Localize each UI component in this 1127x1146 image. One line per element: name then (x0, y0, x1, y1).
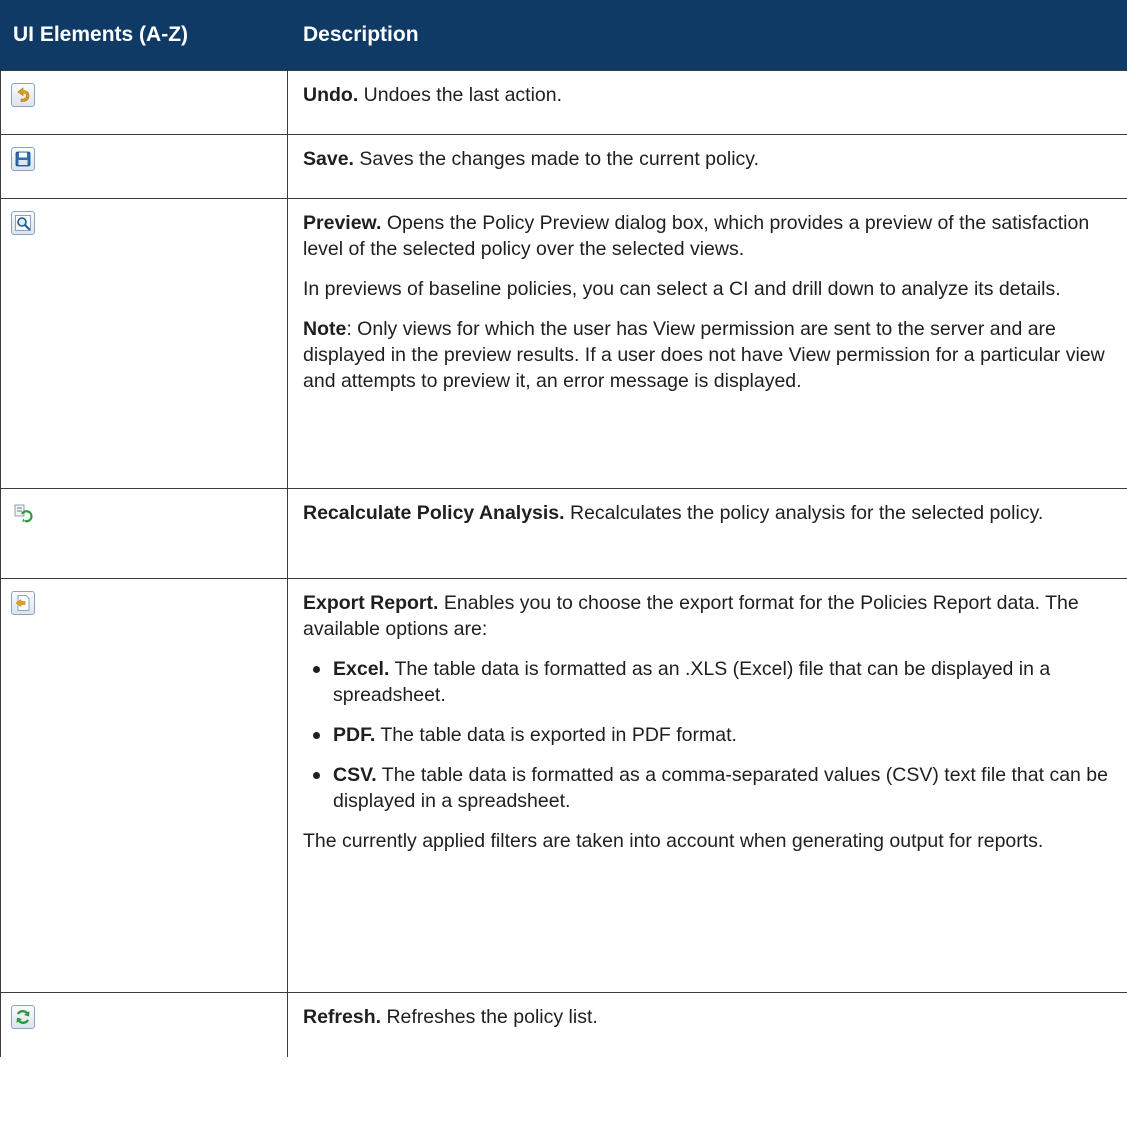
row-text: Opens the Policy Preview dialog box, whi… (303, 212, 1090, 260)
option-text: The table data is formatted as a comma-s… (333, 764, 1108, 812)
row-title: Preview. (303, 212, 382, 234)
description-cell: Recalculate Policy Analysis. Recalculate… (287, 488, 1127, 579)
option-label: CSV. (333, 764, 377, 786)
row-text: Undoes the last action. (358, 84, 563, 106)
ui-elements-table: UI Elements (A-Z) Description Undo. Undo… (0, 0, 1127, 1057)
description-cell: Preview. Opens the Policy Preview dialog… (287, 198, 1127, 489)
icon-cell (0, 134, 288, 199)
description-cell: Save. Saves the changes made to the curr… (287, 134, 1127, 199)
note-text: : Only views for which the user has View… (303, 318, 1105, 392)
table-header-row: UI Elements (A-Z) Description (0, 0, 1127, 71)
icon-cell (0, 488, 288, 579)
header-ui-elements: UI Elements (A-Z) (0, 0, 288, 71)
description-cell: Undo. Undoes the last action. (287, 70, 1127, 135)
table-row-undo: Undo. Undoes the last action. (0, 70, 1127, 135)
preview-icon[interactable] (11, 211, 35, 235)
row-text: Recalculates the policy analysis for the… (564, 502, 1044, 524)
recalculate-icon[interactable] (11, 501, 35, 525)
option-label: PDF. (333, 724, 376, 746)
row-footer: The currently applied filters are taken … (303, 830, 1044, 852)
description-cell: Refresh. Refreshes the policy list. (287, 992, 1127, 1057)
option-text: The table data is formatted as an .XLS (… (333, 658, 1051, 706)
row-paragraph: In previews of baseline policies, you ca… (303, 278, 1061, 300)
row-text: Refreshes the policy list. (381, 1006, 598, 1028)
list-item: PDF. The table data is exported in PDF f… (303, 722, 1113, 748)
table-row-recalculate: Recalculate Policy Analysis. Recalculate… (0, 488, 1127, 579)
export-report-icon[interactable] (11, 591, 35, 615)
row-title: Refresh. (303, 1006, 382, 1028)
export-options-list: Excel. The table data is formatted as an… (303, 656, 1113, 814)
row-title: Export Report. (303, 592, 439, 614)
icon-cell (0, 198, 288, 489)
icon-cell (0, 992, 288, 1057)
row-title: Save. (303, 148, 354, 170)
header-description: Description (287, 0, 1127, 71)
option-text: The table data is exported in PDF format… (375, 724, 737, 746)
row-text: Saves the changes made to the current po… (353, 148, 760, 170)
undo-icon[interactable] (11, 83, 35, 107)
description-cell: Export Report. Enables you to choose the… (287, 578, 1127, 993)
refresh-icon[interactable] (11, 1005, 35, 1029)
table-row-save: Save. Saves the changes made to the curr… (0, 134, 1127, 199)
table-row-preview: Preview. Opens the Policy Preview dialog… (0, 198, 1127, 489)
list-item: Excel. The table data is formatted as an… (303, 656, 1113, 708)
option-label: Excel. (333, 658, 390, 680)
icon-cell (0, 578, 288, 993)
row-title: Undo. (303, 84, 359, 106)
row-title: Recalculate Policy Analysis. (303, 502, 565, 524)
icon-cell (0, 70, 288, 135)
table-row-export-report: Export Report. Enables you to choose the… (0, 578, 1127, 993)
table-row-refresh: Refresh. Refreshes the policy list. (0, 992, 1127, 1057)
list-item: CSV. The table data is formatted as a co… (303, 762, 1113, 814)
save-icon[interactable] (11, 147, 35, 171)
note-label: Note (303, 318, 347, 340)
